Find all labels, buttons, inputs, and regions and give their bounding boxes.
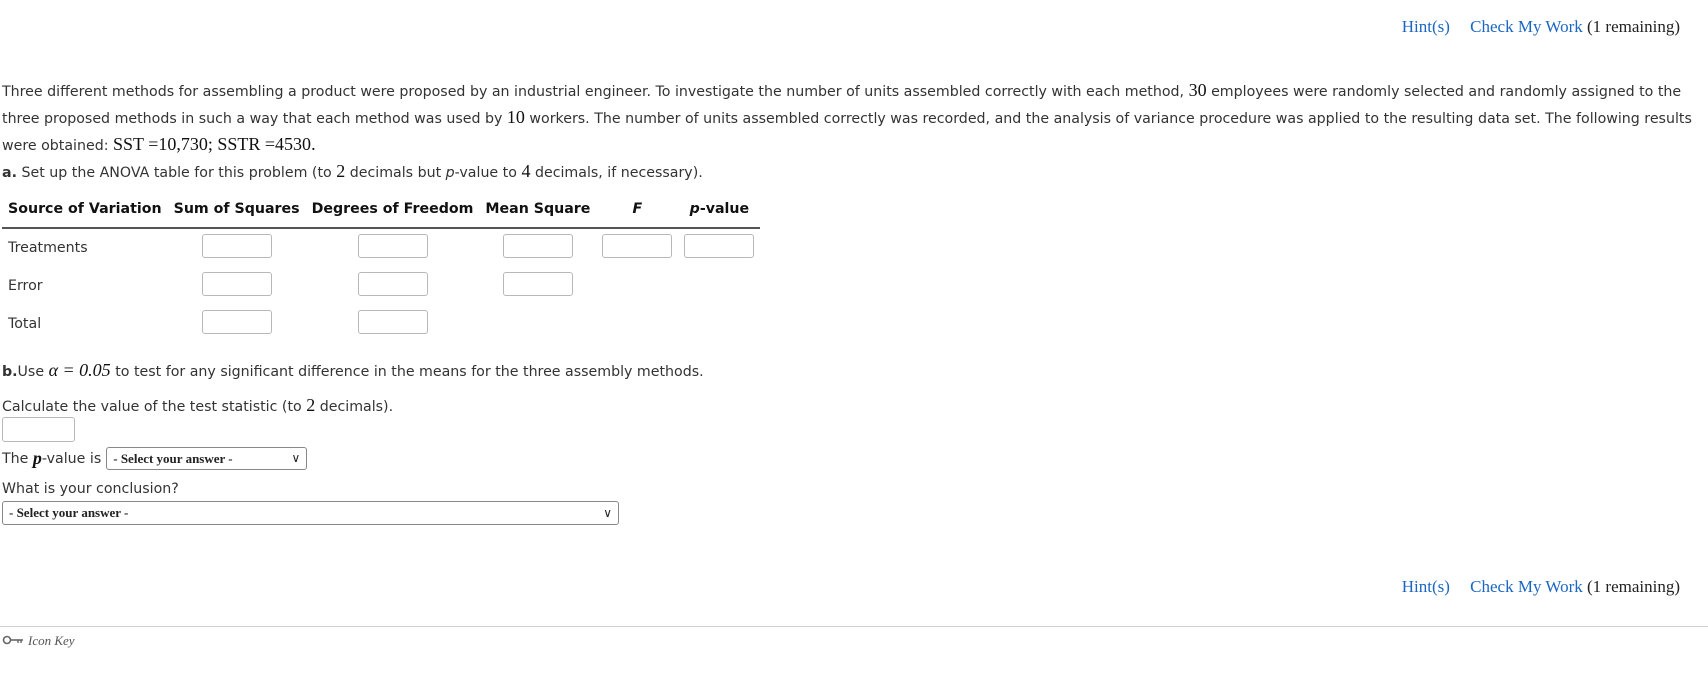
part-b-instructions: b.Use α = 0.05 to test for any significa… xyxy=(2,360,704,381)
part-b-text: to test for any significant difference i… xyxy=(115,364,704,380)
remaining-count-top: (1 remaining) xyxy=(1587,17,1680,36)
part-b-use: Use xyxy=(17,364,45,380)
part-a-label: a. xyxy=(2,165,17,181)
part-a-instructions: a. Set up the ANOVA table for this probl… xyxy=(2,161,703,182)
header-sum-of-squares: Sum of Squares xyxy=(167,201,306,229)
intro-text-1: Three different methods for assembling a… xyxy=(2,84,1185,100)
calc-text-1: Calculate the value of the test statisti… xyxy=(2,399,302,415)
check-my-work-link-top[interactable]: Check My Work xyxy=(1470,17,1583,36)
bottom-action-bar: Hint(s) Check My Work (1 remaining) xyxy=(1402,577,1680,597)
table-row-total: Total xyxy=(2,305,760,343)
row-label-error: Error xyxy=(8,278,43,294)
chevron-down-icon: ∨ xyxy=(291,451,301,465)
treatments-ms-input[interactable] xyxy=(502,234,573,258)
row-label-total: Total xyxy=(8,316,42,332)
table-row-treatments: Treatments xyxy=(2,228,760,267)
test-statistic-prompt: Calculate the value of the test statisti… xyxy=(2,395,393,416)
anova-header-row: Source of Variation Sum of Squares Degre… xyxy=(2,201,761,229)
sst-value: SST =10,730 xyxy=(113,134,208,154)
calc-decimals: 2 xyxy=(306,395,316,415)
chevron-down-icon: ∨ xyxy=(603,505,612,520)
error-ss-input[interactable] xyxy=(201,272,272,296)
check-my-work-link-bottom[interactable]: Check My Work xyxy=(1470,577,1583,596)
calc-text-2: decimals). xyxy=(319,399,394,415)
p-value-row: The p -value is - Select your answer - ∨ xyxy=(2,447,308,470)
header-f: F xyxy=(596,201,679,229)
part-a-text-2: decimals but xyxy=(349,165,442,181)
part-a-text-3: -value to xyxy=(454,165,517,181)
test-statistic-input[interactable] xyxy=(2,417,75,442)
part-a-text-4: decimals, if necessary). xyxy=(534,165,703,181)
conclusion-select[interactable]: - Select your answer - ∨ xyxy=(2,501,619,525)
conclusion-select-value: - Select your answer - xyxy=(9,505,129,520)
total-ss-input[interactable] xyxy=(201,310,272,334)
key-icon xyxy=(2,633,24,649)
hints-link-bottom[interactable]: Hint(s) xyxy=(1402,577,1450,596)
conclusion-question: What is your conclusion? xyxy=(2,481,179,497)
treatments-df-input[interactable] xyxy=(357,234,428,258)
top-action-bar: Hint(s) Check My Work (1 remaining) xyxy=(1402,17,1680,37)
hints-link-top[interactable]: Hint(s) xyxy=(1402,17,1450,36)
pvalue-p: p xyxy=(32,448,42,468)
pvalue-text-1: The xyxy=(2,450,29,467)
header-degrees-of-freedom: Degrees of Freedom xyxy=(305,201,480,229)
treatments-ss-input[interactable] xyxy=(201,234,272,258)
treatments-f-input[interactable] xyxy=(602,234,673,258)
workers-count: 10 xyxy=(506,107,525,127)
header-p-value: p-value xyxy=(678,201,761,229)
part-a-decimals: 2 xyxy=(336,161,346,181)
intro-period: . xyxy=(311,134,316,154)
problem-statement: Three different methods for assembling a… xyxy=(2,78,1702,159)
alpha-value: α = 0.05 xyxy=(48,360,111,380)
employees-count: 30 xyxy=(1188,80,1207,100)
row-label-treatments: Treatments xyxy=(8,240,88,256)
sstr-value: SSTR =4530 xyxy=(217,134,312,154)
header-mean-square: Mean Square xyxy=(479,201,597,229)
anova-table: Source of Variation Sum of Squares Degre… xyxy=(2,201,761,343)
header-source: Source of Variation xyxy=(2,201,168,229)
error-df-input[interactable] xyxy=(357,272,428,296)
pvalue-select[interactable]: - Select your answer - ∨ xyxy=(106,447,308,470)
part-b-label: b. xyxy=(2,364,18,380)
icon-key-label: Icon Key xyxy=(28,633,75,648)
pvalue-text-2: -value is xyxy=(41,450,102,467)
error-ms-input[interactable] xyxy=(502,272,573,296)
icon-key-link[interactable]: Icon Key xyxy=(2,633,75,649)
footer-divider xyxy=(0,626,1708,627)
treatments-pvalue-input[interactable] xyxy=(684,234,755,258)
part-a-p: p xyxy=(445,165,455,181)
remaining-count-bottom: (1 remaining) xyxy=(1587,577,1680,596)
part-a-text-1: Set up the ANOVA table for this problem … xyxy=(21,165,332,181)
total-df-input[interactable] xyxy=(357,310,428,334)
sst-separator: ; xyxy=(207,134,213,154)
table-row-error: Error xyxy=(2,267,760,305)
pvalue-select-value: - Select your answer - xyxy=(113,450,233,466)
part-a-pvalue-decimals: 4 xyxy=(521,161,531,181)
